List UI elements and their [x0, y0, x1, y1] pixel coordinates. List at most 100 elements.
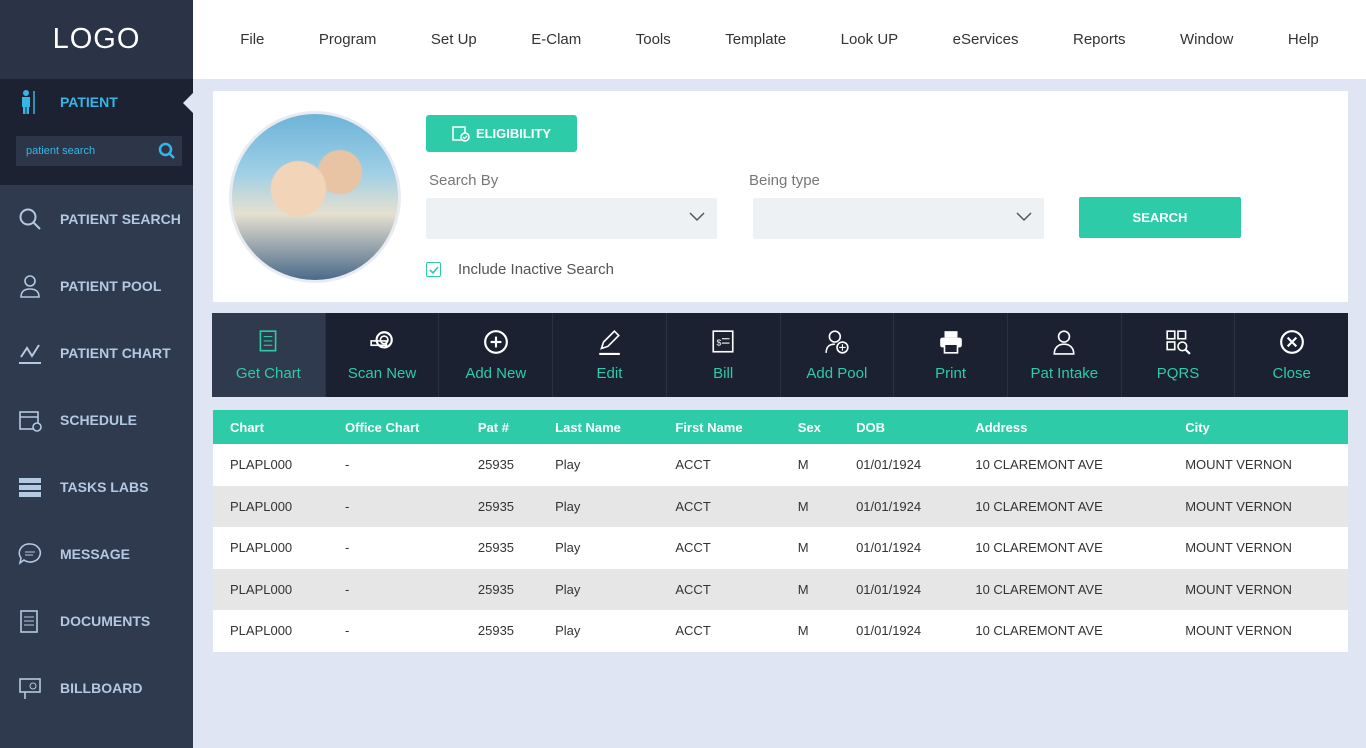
sidebar-item-label: DOCUMENTS — [60, 612, 151, 629]
column-header[interactable]: Office Chart — [328, 410, 461, 444]
plus-circle-icon — [483, 329, 508, 354]
table-cell: - — [328, 610, 461, 652]
menu-e-clam[interactable]: E-Clam — [531, 31, 581, 48]
table-cell: PLAPL000 — [213, 444, 329, 486]
menu-tools[interactable]: Tools — [636, 31, 671, 48]
qr-search-icon — [1166, 329, 1191, 355]
document-icon — [17, 609, 43, 633]
menu-template[interactable]: Template — [725, 31, 786, 48]
toolbar-bill-button[interactable]: $ Bill — [667, 313, 781, 397]
include-inactive-label: Include Inactive Search — [458, 261, 614, 278]
toolbar-pqrs-button[interactable]: PQRS — [1122, 313, 1236, 397]
table-cell: M — [780, 610, 840, 652]
column-header[interactable]: First Name — [658, 410, 781, 444]
menu-reports[interactable]: Reports — [1073, 31, 1126, 48]
sidebar-item-tasks-labs[interactable]: TASKS LABS — [0, 453, 193, 520]
table-cell: PLAPL000 — [213, 485, 329, 527]
chart-icon — [17, 341, 43, 365]
sidebar-item-documents[interactable]: DOCUMENTS — [0, 587, 193, 654]
search-icon — [17, 207, 43, 231]
sidebar-item-patient[interactable]: PATIENT — [0, 79, 193, 125]
menu-file[interactable]: File — [240, 31, 264, 48]
server-icon — [17, 475, 43, 499]
toolbar-print-button[interactable]: Print — [894, 313, 1008, 397]
column-header[interactable]: DOB — [839, 410, 959, 444]
table-cell: - — [328, 527, 461, 569]
table-cell: ACCT — [658, 485, 781, 527]
toolbar-label: Close — [1272, 364, 1311, 382]
table-cell: 01/01/1924 — [839, 568, 959, 610]
table-cell: ACCT — [658, 527, 781, 569]
sidebar-item-label: PATIENT CHART — [60, 344, 171, 361]
sidebar: LOGO PATIENT patient search PATIENT SEAR… — [0, 0, 193, 748]
table-row[interactable]: PLAPL000-25935 Play ACCT M 01/01/1924 10 CLAR… — [213, 485, 1348, 527]
table-cell: M — [780, 527, 840, 569]
menu-help[interactable]: Help — [1288, 31, 1319, 48]
toolbar-add-new-button[interactable]: Add New — [439, 313, 554, 397]
search-button[interactable]: SEARCH — [1079, 197, 1241, 238]
search-icon[interactable] — [158, 142, 176, 160]
menu-window[interactable]: Window — [1180, 31, 1233, 48]
table-row[interactable]: PLAPL000-25935 Play ACCT M 01/01/1924 10 CLAR… — [213, 527, 1348, 569]
table-cell: 25935 — [460, 485, 539, 527]
table-cell: MOUNT VERNON — [1168, 527, 1348, 569]
sidebar-item-message[interactable]: MESSAGE — [0, 520, 193, 587]
toolbar-get-chart-button[interactable]: Get Chart — [212, 313, 326, 397]
column-header[interactable]: Pat # — [460, 410, 539, 444]
sidebar-item-billboard[interactable]: BILLBOARD — [0, 654, 193, 721]
user-icon — [17, 274, 43, 298]
patient-iv-icon — [22, 90, 35, 114]
table-cell: 10 CLAREMONT AVE — [958, 568, 1169, 610]
sidebar-item-schedule[interactable]: SCHEDULE — [0, 386, 193, 453]
sidebar-item-label: PATIENT SEARCH — [60, 210, 181, 227]
chevron-down-icon — [1016, 212, 1032, 222]
logo: LOGO — [0, 0, 193, 79]
search-by-select[interactable] — [426, 198, 717, 239]
table-cell: 25935 — [460, 527, 539, 569]
toolbar-scan-new-button[interactable]: Scan New — [326, 313, 440, 397]
eligibility-label: ELIGIBILITY — [475, 126, 552, 141]
menu-program[interactable]: Program — [319, 31, 377, 48]
toolbar-edit-button[interactable]: Edit — [553, 313, 667, 397]
table-row[interactable]: PLAPL000-25935 Play ACCT M 01/01/1924 10 CLAR… — [213, 568, 1348, 610]
menu-bar: File Program Set Up E-Clam Tools Template Look… — [193, 0, 1366, 79]
menu-eservices[interactable]: eServices — [953, 31, 1019, 48]
intake-icon — [1053, 329, 1075, 355]
table-row[interactable]: PLAPL000-25935 Play ACCT M 01/01/1924 10 CLAR… — [213, 610, 1348, 652]
sidebar-item-patient-chart[interactable]: PATIENT CHART — [0, 319, 193, 386]
toolbar-close-button[interactable]: Close — [1235, 313, 1348, 397]
menu-set-up[interactable]: Set Up — [431, 31, 477, 48]
bill-icon: $ — [712, 329, 734, 353]
sidebar-item-patient-search[interactable]: PATIENT SEARCH — [0, 185, 193, 252]
patient-photo — [229, 111, 401, 283]
menu-look-up[interactable]: Look UP — [841, 31, 899, 48]
toolbar-label: Pat Intake — [1030, 364, 1099, 382]
column-header[interactable]: Last Name — [538, 410, 659, 444]
column-header[interactable]: City — [1168, 410, 1348, 444]
receipt-icon — [259, 329, 277, 351]
column-header[interactable]: Address — [958, 410, 1169, 444]
table-cell: ACCT — [658, 568, 781, 610]
sidebar-item-label: BILLBOARD — [60, 679, 143, 696]
include-inactive-checkbox[interactable]: Include Inactive Search — [426, 261, 614, 278]
column-header[interactable]: Sex — [780, 410, 840, 444]
sidebar-item-label: TASKS LABS — [60, 478, 149, 495]
table-cell: PLAPL000 — [213, 568, 329, 610]
being-type-label: Being type — [749, 172, 820, 189]
toolbar-pat-intake-button[interactable]: Pat Intake — [1008, 313, 1122, 397]
toolbar-label: Add Pool — [806, 364, 868, 382]
column-header[interactable]: Chart — [213, 410, 329, 444]
checkbox-checked-icon[interactable] — [426, 262, 441, 277]
patient-section: PATIENT patient search — [0, 79, 193, 185]
table-cell: - — [328, 485, 461, 527]
eligibility-button[interactable]: ELIGIBILITY — [426, 115, 577, 152]
sidebar-item-patient-pool[interactable]: PATIENT POOL — [0, 252, 193, 319]
being-type-select[interactable] — [753, 198, 1044, 239]
table-cell: Play — [538, 610, 659, 652]
sidebar-item-label: MESSAGE — [60, 545, 131, 562]
table-cell: MOUNT VERNON — [1168, 444, 1348, 486]
table-row[interactable]: PLAPL000-25935 Play ACCT M 01/01/1924 10 CLAR… — [213, 444, 1348, 486]
svg-text:$: $ — [717, 337, 722, 347]
patient-search-input[interactable]: patient search — [16, 136, 182, 166]
toolbar-add-pool-button[interactable]: Add Pool — [781, 313, 895, 397]
